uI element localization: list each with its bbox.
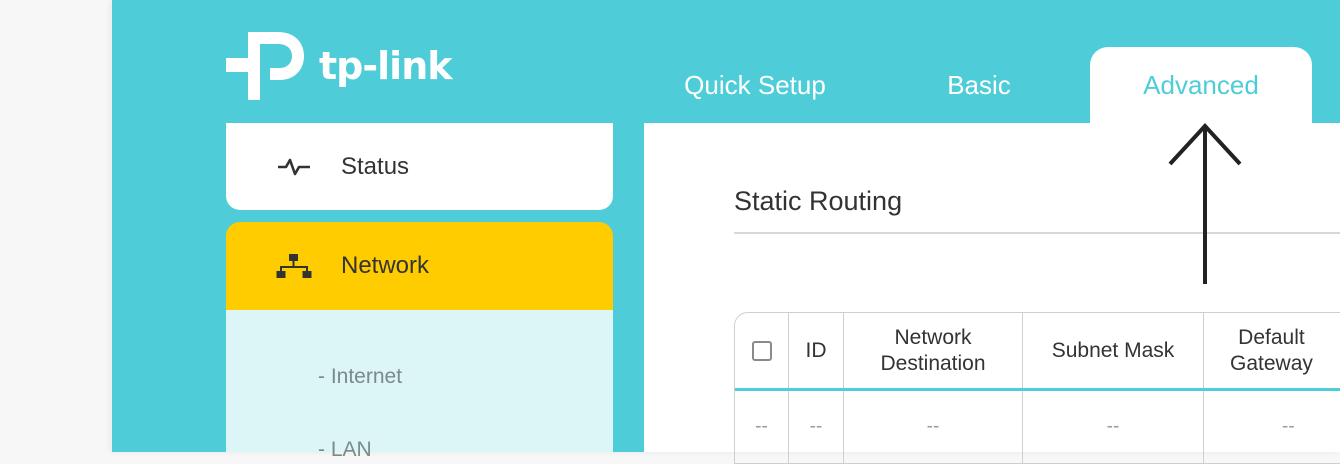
sidebar-item-status[interactable]: Status — [226, 123, 613, 210]
select-all-checkbox[interactable] — [751, 341, 772, 361]
static-routing-table: ID Network Destination Subnet Mask Defau… — [734, 312, 1340, 464]
sidebar-item-label: Network — [341, 252, 430, 279]
table-cell: -- — [735, 391, 789, 463]
table-cell: -- — [844, 391, 1023, 463]
submenu-item-internet[interactable]: - Internet — [318, 365, 402, 389]
table-header-id: ID — [789, 313, 844, 389]
sidebar-item-network[interactable]: Network — [226, 222, 613, 310]
brand-logo[interactable]: tp-link — [226, 14, 466, 104]
table-header-default-gateway: Default Gateway — [1230, 326, 1313, 375]
pulse-icon — [278, 158, 310, 175]
section-title: Static Routing — [734, 186, 903, 216]
table-cell: -- — [1023, 391, 1204, 463]
tab-advanced[interactable]: Advanced — [1090, 47, 1312, 123]
brand-name: tp-link — [319, 44, 453, 88]
table-header-subnet-mask: Subnet Mask — [1023, 313, 1204, 389]
table-header-network-destination: Network Destination — [844, 313, 1023, 389]
table-header-select — [735, 313, 789, 389]
tab-quick-setup[interactable]: Quick Setup — [650, 47, 860, 123]
network-icon — [276, 254, 312, 278]
table-cell: -- — [789, 391, 844, 463]
tab-basic[interactable]: Basic — [915, 47, 1043, 123]
network-submenu: - Internet - LAN — [226, 310, 613, 461]
section-divider — [734, 232, 1340, 234]
table-cell: -- — [1282, 416, 1295, 437]
submenu-item-lan[interactable]: - LAN — [318, 438, 372, 462]
annotation-arrow-icon — [1168, 123, 1242, 284]
sidebar-item-label: Status — [341, 152, 410, 180]
tp-link-logo-icon — [226, 32, 304, 100]
